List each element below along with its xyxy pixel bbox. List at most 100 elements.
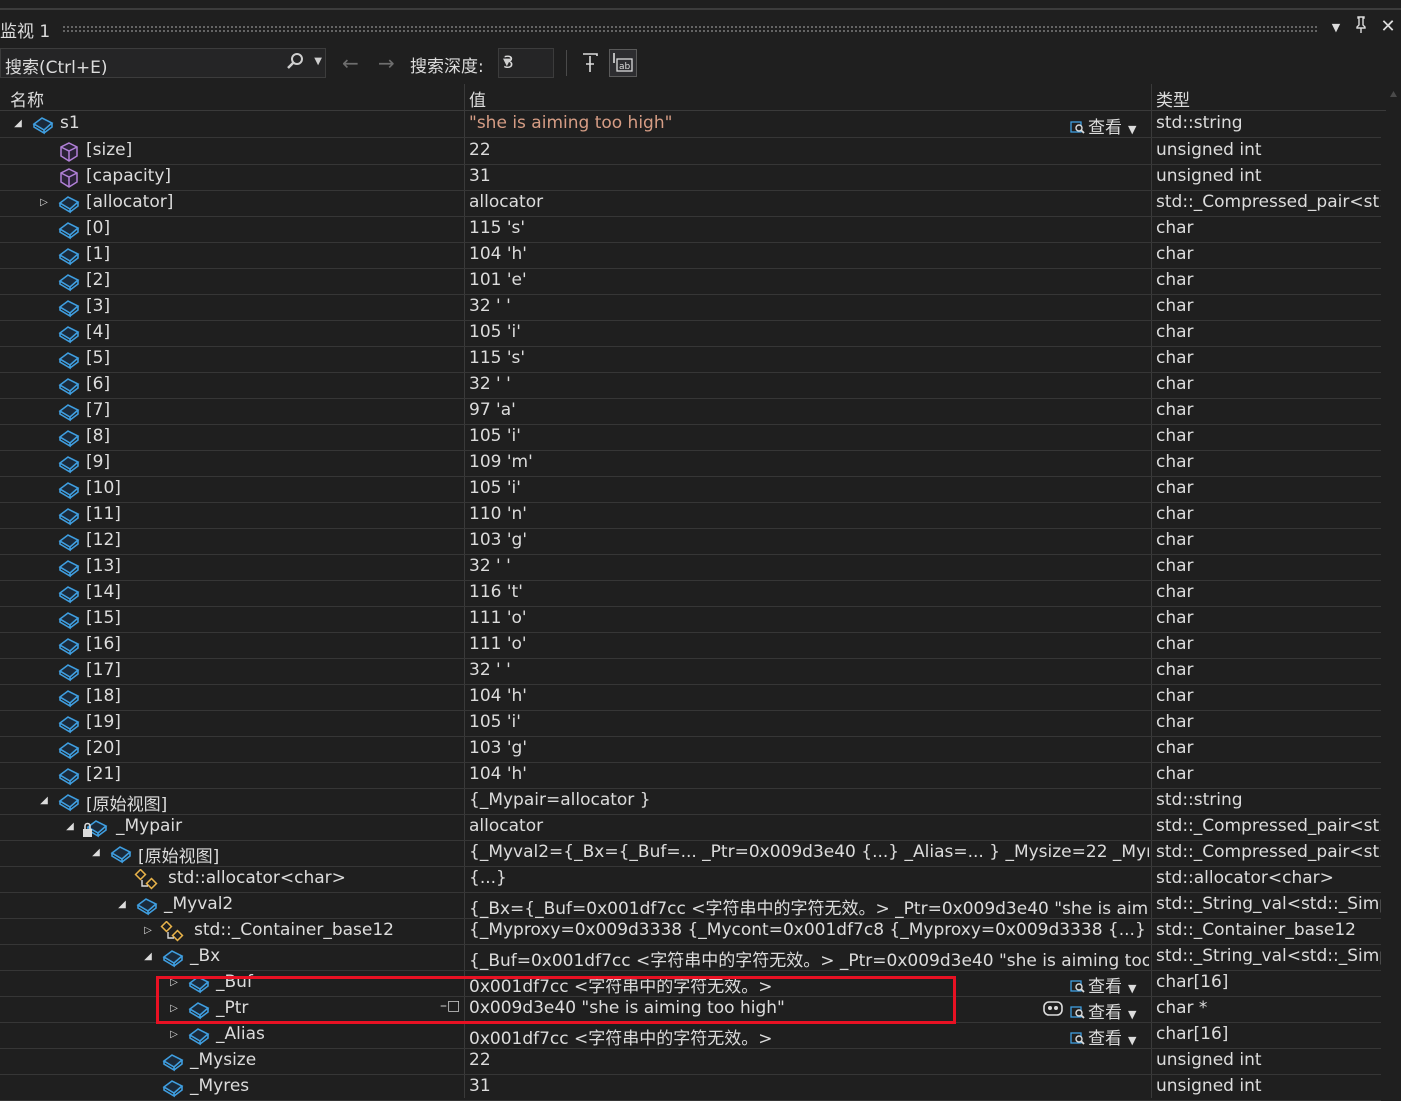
name-cell[interactable]: [17] bbox=[0, 660, 463, 684]
watch-row[interactable]: [17] 32 ' ' char bbox=[0, 658, 1381, 685]
chevron-down-icon[interactable]: ▼ bbox=[1128, 1034, 1136, 1047]
name-cell[interactable]: [14] bbox=[0, 582, 463, 606]
value-cell[interactable]: 31 bbox=[469, 166, 1149, 190]
collapse-arrow-icon[interactable]: ◢ bbox=[38, 795, 50, 806]
watch-row[interactable]: [15] 111 'o' char bbox=[0, 606, 1381, 633]
watch-row[interactable]: [capacity] 31 unsigned int bbox=[0, 164, 1381, 191]
value-cell[interactable]: 105 'i' bbox=[469, 426, 1149, 450]
watch-row[interactable]: [1] 104 'h' char bbox=[0, 242, 1381, 269]
hex-display-toggle[interactable]: ab bbox=[609, 49, 637, 77]
value-cell[interactable]: allocator bbox=[469, 816, 1149, 840]
value-cell[interactable]: {...} bbox=[469, 868, 1149, 892]
name-cell[interactable]: ◢ [原始视图] bbox=[0, 790, 463, 814]
value-cell[interactable]: 0x001df7cc <字符串中的字符无效。> bbox=[469, 1024, 1149, 1048]
value-cell[interactable]: 104 'h' bbox=[469, 764, 1149, 788]
pin-to-source-button[interactable] bbox=[576, 49, 604, 77]
value-cell[interactable]: 111 'o' bbox=[469, 634, 1149, 658]
name-cell[interactable]: ▷ std::_Container_base12 bbox=[0, 920, 463, 944]
vertical-scrollbar[interactable] bbox=[1386, 84, 1401, 1098]
name-cell[interactable]: [4] bbox=[0, 322, 463, 346]
value-cell[interactable]: 115 's' bbox=[469, 348, 1149, 372]
chevron-down-icon[interactable]: ▼ bbox=[503, 57, 549, 68]
value-cell[interactable]: 105 'i' bbox=[469, 712, 1149, 736]
expand-arrow-icon[interactable]: ▷ bbox=[142, 925, 154, 936]
collapse-arrow-icon[interactable]: ◢ bbox=[64, 821, 76, 832]
watch-row[interactable]: [3] 32 ' ' char bbox=[0, 294, 1381, 321]
column-header-value[interactable]: 值 bbox=[469, 86, 486, 111]
watch-row[interactable]: [19] 105 'i' char bbox=[0, 710, 1381, 737]
column-header-name[interactable]: 名称 bbox=[10, 86, 44, 111]
value-cell[interactable]: 105 'i' bbox=[469, 322, 1149, 346]
value-cell[interactable]: 111 'o' bbox=[469, 608, 1149, 632]
column-header-type[interactable]: 类型 bbox=[1156, 86, 1190, 111]
value-cell[interactable]: 31 bbox=[469, 1076, 1149, 1100]
name-cell[interactable]: [16] bbox=[0, 634, 463, 658]
value-cell[interactable]: 32 ' ' bbox=[469, 374, 1149, 398]
search-back-icon[interactable]: ← bbox=[342, 51, 359, 75]
search-input[interactable]: 搜索(Ctrl+E) ▼ bbox=[0, 48, 326, 78]
search-icon[interactable] bbox=[285, 52, 305, 77]
value-cell[interactable]: 101 'e' bbox=[469, 270, 1149, 294]
chevron-down-icon[interactable]: ▼ bbox=[1128, 982, 1136, 995]
watch-row[interactable]: ◢ _Bx {_Buf=0x001df7cc <字符串中的字符无效。> _Ptr=0… bbox=[0, 944, 1381, 971]
name-cell[interactable]: ▷ _Alias bbox=[0, 1024, 463, 1048]
watch-row[interactable]: [10] 105 'i' char bbox=[0, 476, 1381, 503]
watch-row[interactable]: ▷ _Alias 0x001df7cc <字符串中的字符无效。> 查看 ▼ char[16… bbox=[0, 1022, 1381, 1049]
text-visualizer-button[interactable]: 查看 ▼ bbox=[1070, 1024, 1136, 1049]
watch-row[interactable]: [4] 105 'i' char bbox=[0, 320, 1381, 347]
titlebar-grip[interactable] bbox=[62, 25, 1317, 33]
value-cell[interactable]: 104 'h' bbox=[469, 686, 1149, 710]
name-cell[interactable]: [7] bbox=[0, 400, 463, 424]
name-cell[interactable]: [0] bbox=[0, 218, 463, 242]
value-cell[interactable]: {_Bx={_Buf=0x001df7cc <字符串中的字符无效。> _Ptr=… bbox=[469, 894, 1149, 918]
copilot-icon[interactable] bbox=[1042, 998, 1064, 1023]
name-cell[interactable]: [5] bbox=[0, 348, 463, 372]
value-cell[interactable]: 105 'i' bbox=[469, 478, 1149, 502]
watch-row[interactable]: [8] 105 'i' char bbox=[0, 424, 1381, 451]
watch-row[interactable]: _Myres 31 unsigned int bbox=[0, 1074, 1381, 1101]
value-cell[interactable]: {_Mypair=allocator } bbox=[469, 790, 1149, 814]
value-cell[interactable]: 22 bbox=[469, 1050, 1149, 1074]
name-cell[interactable]: [6] bbox=[0, 374, 463, 398]
collapse-arrow-icon[interactable]: ◢ bbox=[116, 899, 128, 910]
watch-row[interactable]: [13] 32 ' ' char bbox=[0, 554, 1381, 581]
text-visualizer-button[interactable]: 查看 ▼ bbox=[1070, 113, 1136, 138]
search-forward-icon[interactable]: → bbox=[378, 51, 395, 75]
watch-row[interactable]: [5] 115 's' char bbox=[0, 346, 1381, 373]
watch-row[interactable]: ◢ _Myval2 {_Bx={_Buf=0x001df7cc <字符串中的字符无效… bbox=[0, 892, 1381, 919]
name-cell[interactable]: [19] bbox=[0, 712, 463, 736]
value-cell[interactable]: {_Buf=0x001df7cc <字符串中的字符无效。> _Ptr=0x009… bbox=[469, 946, 1149, 970]
watch-row[interactable]: [11] 110 'n' char bbox=[0, 502, 1381, 529]
name-cell[interactable]: [2] bbox=[0, 270, 463, 294]
name-cell[interactable]: [3] bbox=[0, 296, 463, 320]
name-cell[interactable]: _Myres bbox=[0, 1076, 463, 1100]
name-cell[interactable]: [13] bbox=[0, 556, 463, 580]
watch-row[interactable]: _Mysize 22 unsigned int bbox=[0, 1048, 1381, 1075]
watch-row[interactable]: [6] 32 ' ' char bbox=[0, 372, 1381, 399]
value-cell[interactable]: 97 'a' bbox=[469, 400, 1149, 424]
value-cell[interactable]: 32 ' ' bbox=[469, 556, 1149, 580]
watch-row[interactable]: ◢ s1 "she is aiming too high" 查看 ▼ std::strin… bbox=[0, 111, 1381, 138]
name-cell[interactable]: [10] bbox=[0, 478, 463, 502]
value-cell[interactable]: {_Myproxy=0x009d3338 {_Mycont=0x001df7c8… bbox=[469, 920, 1149, 944]
value-cell[interactable]: 110 'n' bbox=[469, 504, 1149, 528]
watch-row[interactable]: ▷ [allocator] allocator std::_Compressed_pa… bbox=[0, 190, 1381, 217]
watch-row[interactable]: [size] 22 unsigned int bbox=[0, 138, 1381, 165]
name-cell[interactable]: [21] bbox=[0, 764, 463, 788]
pin-icon[interactable] bbox=[1351, 16, 1371, 38]
search-dropdown-icon[interactable]: ▼ bbox=[314, 56, 322, 67]
name-cell[interactable]: ◢ _Mypair bbox=[0, 816, 463, 840]
watch-row[interactable]: ◢ _Mypair allocator std::_Compressed_pair<s… bbox=[0, 814, 1381, 841]
name-cell[interactable]: std::allocator<char> bbox=[0, 868, 463, 892]
watch-row[interactable]: ◢ [原始视图] {_Myval2={_Bx={_Buf=... _Ptr=0x00… bbox=[0, 840, 1381, 867]
name-cell[interactable]: ◢ _Myval2 bbox=[0, 894, 463, 918]
value-cell[interactable]: 32 ' ' bbox=[469, 660, 1149, 684]
name-cell[interactable]: ◢ s1 bbox=[0, 113, 463, 137]
chevron-down-icon[interactable]: ▼ bbox=[1128, 1008, 1136, 1021]
watch-row[interactable]: [21] 104 'h' char bbox=[0, 762, 1381, 789]
window-menu-icon[interactable]: ▼ bbox=[1326, 17, 1346, 39]
name-cell[interactable]: ◢ [原始视图] bbox=[0, 842, 463, 866]
watch-row[interactable]: ◢ [原始视图] {_Mypair=allocator } std::string bbox=[0, 788, 1381, 815]
name-cell[interactable]: [capacity] bbox=[0, 166, 463, 190]
close-icon[interactable]: ✕ bbox=[1378, 16, 1398, 38]
